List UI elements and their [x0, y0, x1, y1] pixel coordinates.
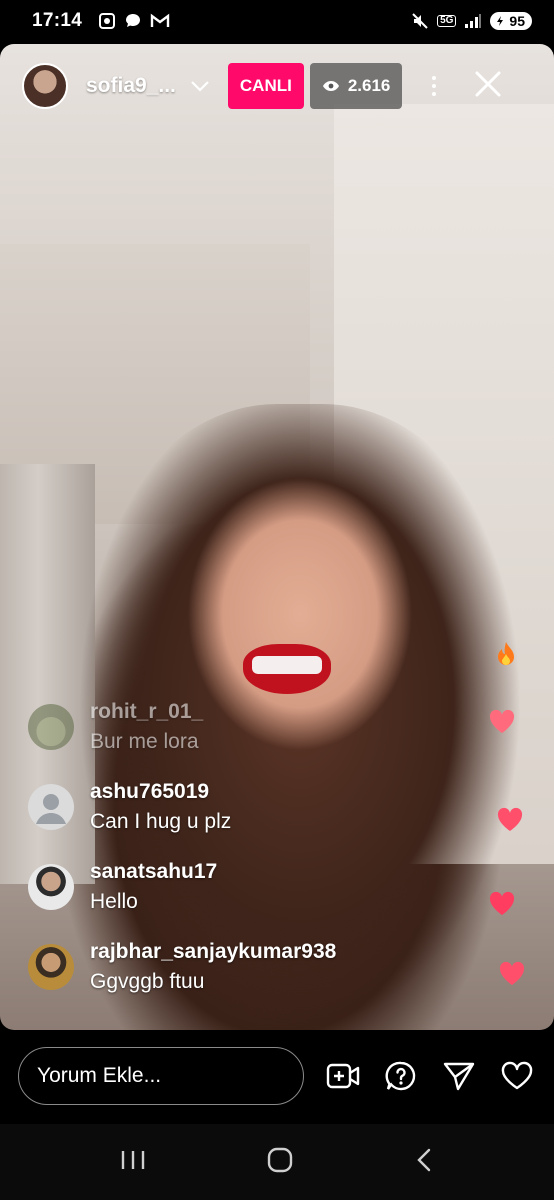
commenter-avatar[interactable] — [28, 864, 74, 910]
heart-icon — [499, 961, 525, 985]
add-video-icon[interactable] — [326, 1059, 360, 1093]
heart-icon — [497, 807, 523, 831]
host-avatar[interactable] — [22, 63, 68, 109]
heart-icon[interactable] — [500, 1059, 534, 1093]
notification-icons — [98, 12, 170, 30]
battery-icon: 95 — [490, 12, 532, 30]
live-header: sofia9_... CANLI 2.616 — [0, 60, 554, 112]
status-time: 17:14 — [32, 10, 83, 31]
gmail-icon — [150, 13, 170, 27]
commenter-username[interactable]: rajbhar_sanjaykumar938 — [90, 940, 336, 964]
battery-level: 95 — [509, 13, 525, 29]
comment-placeholder: Yorum Ekle... — [37, 1064, 162, 1087]
fire-icon — [498, 642, 514, 665]
comment-item[interactable]: ashu765019 Can I hug u plz — [28, 780, 488, 860]
heart-icon — [489, 891, 515, 915]
mute-icon — [412, 13, 428, 29]
back-icon[interactable] — [413, 1147, 435, 1178]
comment-text: Hello — [90, 890, 138, 913]
bottom-bar: Yorum Ekle... — [0, 1030, 554, 1122]
close-icon[interactable] — [474, 70, 502, 103]
comment-text: Can I hug u plz — [90, 810, 232, 833]
eye-icon — [322, 81, 339, 91]
commenter-username[interactable]: rohit_r_01_ — [90, 700, 203, 724]
viewer-count: 2.616 — [347, 76, 391, 95]
comment-item[interactable]: rohit_r_01_ Bur me lora — [28, 700, 488, 780]
host-username[interactable]: sofia9_... — [86, 74, 176, 98]
comment-text: Bur me lora — [90, 730, 199, 753]
commenter-username[interactable]: ashu765019 — [90, 780, 231, 804]
heart-icon — [489, 709, 515, 733]
comment-feed: rohit_r_01_ Bur me lora ashu765019 Can I… — [28, 700, 488, 1020]
comment-item[interactable]: sanatsahu17 Hello — [28, 860, 488, 940]
share-icon[interactable] — [442, 1059, 476, 1093]
recents-icon[interactable] — [119, 1148, 147, 1177]
chat-bubble-icon — [126, 14, 141, 27]
system-nav-bar — [0, 1124, 554, 1200]
network-type: 5G — [437, 15, 457, 27]
comment-input[interactable]: Yorum Ekle... — [18, 1047, 304, 1105]
comment-item[interactable]: rajbhar_sanjaykumar938 Ggvggb ftuu — [28, 940, 488, 1020]
status-bar: 17:14 5G 95 — [0, 0, 554, 42]
viewer-count-badge[interactable]: 2.616 — [309, 63, 403, 109]
signal-icon — [465, 14, 482, 28]
screen-record-icon — [99, 13, 116, 29]
commenter-avatar[interactable] — [28, 944, 74, 990]
default-avatar-icon[interactable] — [28, 784, 74, 830]
more-options-icon[interactable] — [424, 76, 444, 96]
question-icon[interactable] — [384, 1059, 418, 1093]
live-badge: CANLI — [227, 63, 304, 109]
commenter-avatar[interactable] — [28, 704, 74, 750]
chevron-down-icon[interactable] — [190, 80, 210, 92]
reaction-stream — [488, 640, 528, 990]
home-icon[interactable] — [266, 1146, 294, 1179]
streamer-teeth — [252, 656, 322, 674]
comment-text: Ggvggb ftuu — [90, 970, 205, 993]
commenter-username[interactable]: sanatsahu17 — [90, 860, 217, 884]
